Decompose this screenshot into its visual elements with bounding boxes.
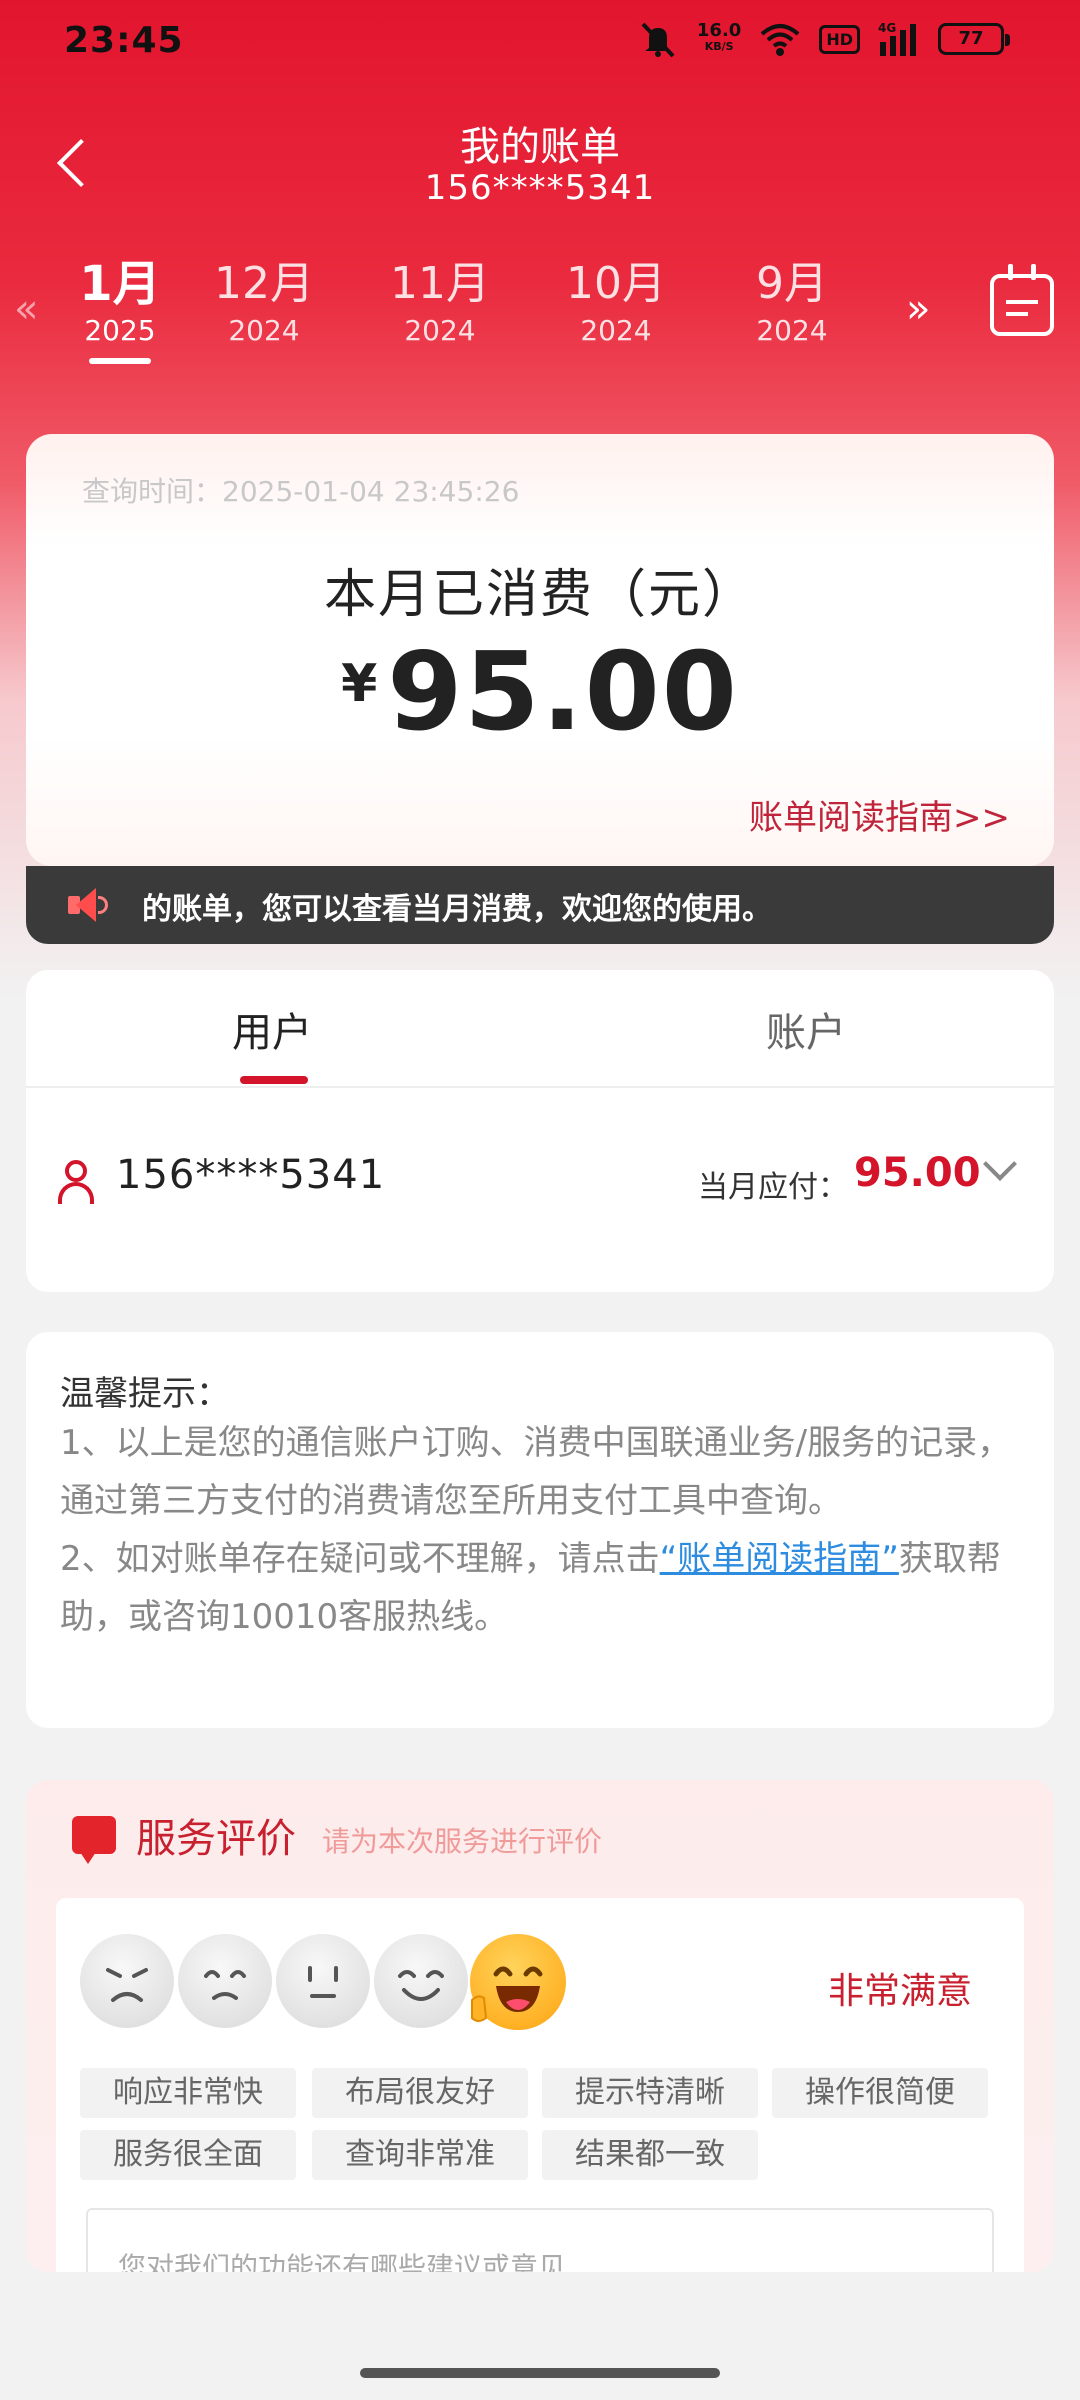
smile-face-icon[interactable] [374,1934,468,2028]
divider [26,1086,1054,1088]
angry-face-icon[interactable] [80,1934,174,2028]
monthly-spent-label: 本月已消费（元） [323,565,756,625]
month-tab-2024-12[interactable]: 12月 2024 [176,256,352,364]
status-bar: 23:45 16.0 KB/S HD 4G 77 [0,0,1080,84]
tag-chip[interactable]: 提示特清晰 [542,2068,758,2118]
sad-face-icon[interactable] [178,1934,272,2028]
evaluation-subtitle: 请为本次服务进行评价 [322,1825,603,1858]
year-label: 2025 [84,314,156,347]
tab-user[interactable]: 用户 [232,1000,312,1058]
bottom-area [0,2272,1080,2400]
active-month-indicator [89,358,151,364]
service-evaluation-card: 服务评价 请为本次服务进行评价 非常满意 响应非常快 布局很友好 提示特清晰 操… [26,1780,1054,2272]
month-label: 12月 [214,258,314,309]
evaluation-title: 服务评价 [136,1816,296,1862]
suggestion-input[interactable]: 您对我们的功能还有哪些建议或意见 [86,2208,994,2272]
user-account-card: 用户 账户 156****5341 当月应付： 95.00 [26,970,1054,1292]
tag-chip[interactable]: 服务很全面 [80,2130,296,2180]
month-label: 1月 [79,256,161,312]
year-label: 2024 [756,314,828,347]
tag-chip[interactable]: 操作很简便 [772,2068,988,2118]
tag-chip[interactable]: 布局很友好 [312,2068,528,2118]
tag-chip[interactable]: 结果都一致 [542,2130,758,2180]
tips-line-2-text: 2、如对账单存在疑问或不理解，请点击 [60,1539,660,1579]
year-label: 2024 [404,314,476,347]
very-happy-face-icon[interactable] [470,1934,566,2030]
month-tabs: 1月 2025 12月 2024 11月 2024 10月 2024 9月 20… [64,256,880,364]
month-label: 9月 [756,258,828,309]
neutral-face-icon[interactable] [276,1934,370,2028]
month-label: 10月 [566,258,666,309]
tips-body: 1、以上是您的通信账户订购、消费中国联通业务/服务的记录，通过第三方支付的消费请… [60,1414,1020,1646]
month-prev-icon[interactable]: « [14,286,38,332]
year-label: 2024 [228,314,300,347]
net-speed: 16.0 KB/S [696,20,742,54]
status-icons: 16.0 KB/S HD 4G 77 [637,20,1010,58]
selected-satisfaction-label: 非常满意 [828,1971,973,2012]
tag-chip[interactable]: 响应非常快 [80,2068,296,2118]
tips-line-1: 1、以上是您的通信账户订购、消费中国联通业务/服务的记录，通过第三方支付的消费请… [60,1423,1012,1521]
home-indicator[interactable] [360,2368,720,2378]
battery-indicator: 77 [938,23,1010,55]
due-value: 95.00 [854,1150,981,1196]
speaker-icon [68,886,108,924]
page-title: 我的账单 [460,124,620,170]
tag-chip[interactable]: 查询非常准 [312,2130,528,2180]
month-tab-2024-11[interactable]: 11月 2024 [352,256,528,364]
tips-card: 温馨提示： 1、以上是您的通信账户订购、消费中国联通业务/服务的记录，通过第三方… [26,1332,1054,1728]
tips-title: 温馨提示： [60,1374,230,1414]
page-subtitle-phone: 156****5341 [424,168,656,208]
chevron-down-icon[interactable] [983,1147,1017,1181]
calendar-icon[interactable] [990,264,1054,336]
hd-badge: HD [819,24,860,54]
month-tab-2024-09[interactable]: 9月 2024 [704,256,880,364]
currency-symbol: ¥ [341,654,378,714]
notice-bar: 的账单，您可以查看当月消费，欢迎您的使用。 [26,866,1054,944]
active-tab-indicator [240,1076,308,1084]
user-phone: 156****5341 [116,1152,386,1198]
month-tab-2025-01[interactable]: 1月 2025 [64,256,176,364]
month-label: 11月 [390,258,490,309]
amount-value: 95.00 [387,630,739,755]
bill-summary-card: 查询时间：2025-01-04 23:45:26 本月已消费（元） ¥95.00… [26,434,1054,866]
tab-account[interactable]: 账户 [766,1000,846,1058]
year-label: 2024 [580,314,652,347]
signal-icon: 4G [878,20,920,58]
monthly-spent-amount: ¥95.00 [26,630,1054,755]
evaluation-panel: 非常满意 响应非常快 布局很友好 提示特清晰 操作很简便 服务很全面 查询非常准… [56,1898,1024,2272]
month-next-icon[interactable]: » [906,286,930,332]
tips-guide-link[interactable]: “账单阅读指南” [660,1539,899,1579]
bill-guide-link[interactable]: 账单阅读指南>> [749,790,1010,839]
tips-line-2: 2、如对账单存在疑问或不理解，请点击“账单阅读指南”获取帮助，或咨询10010客… [60,1530,1020,1646]
wifi-icon [759,20,801,58]
suggestion-placeholder: 您对我们的功能还有哪些建议或意见 [118,2251,567,2272]
mute-bell-icon [637,20,679,58]
month-tab-2024-10[interactable]: 10月 2024 [528,256,704,364]
due-label: 当月应付： [698,1170,848,1205]
notice-text: 的账单，您可以查看当月消费，欢迎您的使用。 [142,892,772,927]
user-icon [56,1160,96,1204]
chat-bubble-icon [72,1816,116,1864]
query-time: 查询时间：2025-01-04 23:45:26 [82,475,520,508]
status-time: 23:45 [64,20,184,61]
svg-text:4G: 4G [878,21,896,35]
